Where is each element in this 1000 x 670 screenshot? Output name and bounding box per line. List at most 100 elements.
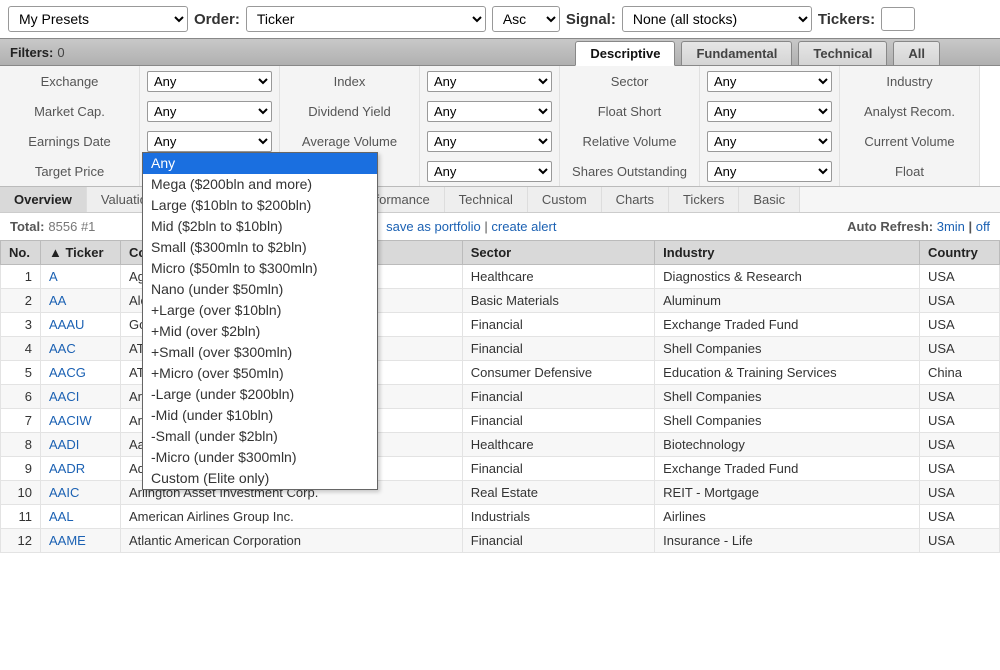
ticker-link[interactable]: AACG (41, 361, 121, 385)
signal-select[interactable]: None (all stocks) (622, 6, 812, 32)
dropdown-option[interactable]: -Large (under $200bln) (143, 384, 377, 405)
col-sector[interactable]: Sector (462, 241, 654, 265)
dropdown-option[interactable]: Large ($10bln to $200bln) (143, 195, 377, 216)
filter-label: Analyst Recom. (840, 96, 980, 126)
dropdown-option[interactable]: Micro ($50mln to $300mln) (143, 258, 377, 279)
filter-select[interactable]: Any (147, 71, 272, 92)
filters-count: 0 (57, 45, 64, 60)
total-label: Total: (10, 219, 44, 234)
auto-refresh-off[interactable]: off (976, 219, 990, 234)
save-as-portfolio-link[interactable]: save as portfolio (386, 219, 481, 234)
ticker-link[interactable]: AACI (41, 385, 121, 409)
ticker-link[interactable]: AADI (41, 433, 121, 457)
dropdown-option[interactable]: -Mid (under $10bln) (143, 405, 377, 426)
sector-cell: Healthcare (462, 265, 654, 289)
row-no: 3 (1, 313, 41, 337)
filter-select[interactable]: Any (707, 71, 832, 92)
sector-cell: Healthcare (462, 433, 654, 457)
tickers-input[interactable] (881, 7, 915, 31)
order-label: Order: (194, 11, 240, 28)
industry-cell: Shell Companies (655, 337, 920, 361)
filter-select[interactable]: Any (707, 101, 832, 122)
dropdown-option[interactable]: +Mid (over $2bln) (143, 321, 377, 342)
industry-cell: Education & Training Services (655, 361, 920, 385)
ticker-link[interactable]: A (41, 265, 121, 289)
filter-tab-all[interactable]: All (893, 41, 940, 66)
dropdown-option[interactable]: Any (143, 153, 377, 174)
industry-cell: Shell Companies (655, 385, 920, 409)
filter-select[interactable]: Any (427, 131, 552, 152)
ticker-link[interactable]: AAL (41, 505, 121, 529)
view-tab-custom[interactable]: Custom (528, 187, 602, 212)
filter-tab-descriptive[interactable]: Descriptive (575, 41, 675, 66)
row-no: 12 (1, 529, 41, 553)
col-ticker[interactable]: ▲ Ticker (41, 241, 121, 265)
view-tab-overview[interactable]: Overview (0, 187, 87, 212)
country-cell: USA (920, 433, 1000, 457)
table-row: 12AAMEAtlantic American CorporationFinan… (1, 529, 1000, 553)
order-direction-select[interactable]: Asc (492, 6, 560, 32)
ticker-link[interactable]: AA (41, 289, 121, 313)
col-no[interactable]: No. (1, 241, 41, 265)
view-tab-basic[interactable]: Basic (739, 187, 800, 212)
filter-select[interactable]: Any (427, 71, 552, 92)
filter-select[interactable]: Any (427, 161, 552, 182)
view-tab-charts[interactable]: Charts (602, 187, 669, 212)
dropdown-option[interactable]: Mega ($200bln and more) (143, 174, 377, 195)
filter-label: Dividend Yield (280, 96, 420, 126)
ticker-link[interactable]: AAC (41, 337, 121, 361)
sector-cell: Basic Materials (462, 289, 654, 313)
country-cell: USA (920, 529, 1000, 553)
row-no: 2 (1, 289, 41, 313)
country-cell: China (920, 361, 1000, 385)
auto-refresh-value[interactable]: 3min (937, 219, 965, 234)
dropdown-option[interactable]: Small ($300mln to $2bln) (143, 237, 377, 258)
dropdown-option[interactable]: -Small (under $2bln) (143, 426, 377, 447)
country-cell: USA (920, 337, 1000, 361)
ticker-link[interactable]: AAIC (41, 481, 121, 505)
filter-tab-technical[interactable]: Technical (798, 41, 887, 66)
ticker-link[interactable]: AAME (41, 529, 121, 553)
filter-select[interactable]: Any (427, 101, 552, 122)
filter-select[interactable]: Any (707, 131, 832, 152)
view-tab-tickers[interactable]: Tickers (669, 187, 739, 212)
row-no: 7 (1, 409, 41, 433)
sector-cell: Financial (462, 457, 654, 481)
industry-cell: Biotechnology (655, 433, 920, 457)
ticker-link[interactable]: AADR (41, 457, 121, 481)
dropdown-option[interactable]: Custom (Elite only) (143, 468, 377, 489)
filter-tab-fundamental[interactable]: Fundamental (681, 41, 792, 66)
market-cap-dropdown[interactable]: AnyMega ($200bln and more)Large ($10bln … (142, 152, 378, 490)
dropdown-option[interactable]: +Large (over $10bln) (143, 300, 377, 321)
row-no: 11 (1, 505, 41, 529)
sector-cell: Financial (462, 409, 654, 433)
col-country[interactable]: Country (920, 241, 1000, 265)
filter-label: Float Short (560, 96, 700, 126)
presets-select[interactable]: My Presets (8, 6, 188, 32)
filter-label: Shares Outstanding (560, 156, 700, 186)
total-value: 8556 #1 (48, 219, 95, 234)
dropdown-option[interactable]: Mid ($2bln to $10bln) (143, 216, 377, 237)
dropdown-option[interactable]: +Small (over $300mln) (143, 342, 377, 363)
dropdown-option[interactable]: Nano (under $50mln) (143, 279, 377, 300)
filters-header: Filters: 0 DescriptiveFundamentalTechnic… (0, 38, 1000, 66)
filter-label: Sector (560, 66, 700, 96)
filter-select[interactable]: Any (147, 101, 272, 122)
dropdown-option[interactable]: +Micro (over $50mln) (143, 363, 377, 384)
industry-cell: REIT - Mortgage (655, 481, 920, 505)
view-tab-technical[interactable]: Technical (445, 187, 528, 212)
signal-label: Signal: (566, 11, 616, 28)
filter-select[interactable]: Any (707, 161, 832, 182)
col-industry[interactable]: Industry (655, 241, 920, 265)
create-alert-link[interactable]: create alert (491, 219, 556, 234)
sector-cell: Industrials (462, 505, 654, 529)
dropdown-option[interactable]: -Micro (under $300mln) (143, 447, 377, 468)
filter-select[interactable]: Any (147, 131, 272, 152)
filter-label: Earnings Date (0, 126, 140, 156)
order-select[interactable]: Ticker (246, 6, 486, 32)
row-no: 8 (1, 433, 41, 457)
ticker-link[interactable]: AAAU (41, 313, 121, 337)
filter-label: Float (840, 156, 980, 186)
row-no: 9 (1, 457, 41, 481)
ticker-link[interactable]: AACIW (41, 409, 121, 433)
